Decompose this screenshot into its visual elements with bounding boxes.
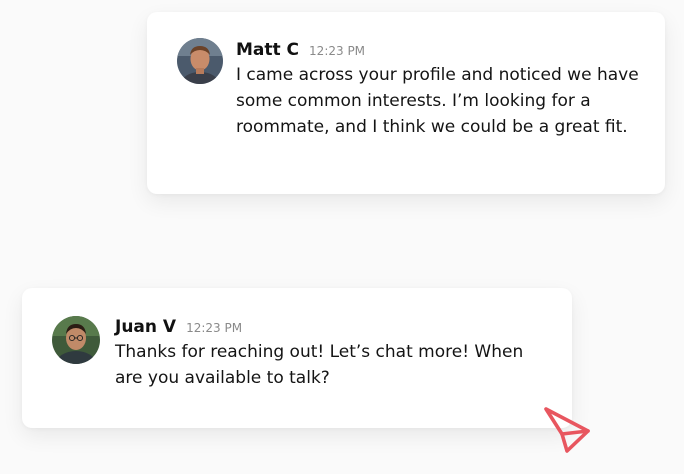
user-avatar-icon [177,38,223,84]
message-header: Juan V 12:23 PM [115,317,555,337]
message-timestamp: 12:23 PM [186,321,243,335]
message-header: Matt C 12:23 PM [236,40,646,60]
user-avatar-icon [52,316,100,364]
avatar-juan[interactable] [52,316,100,364]
avatar-matt[interactable] [177,38,223,84]
message-timestamp: 12:23 PM [309,44,366,58]
message-body-matt: Matt C 12:23 PM I came across your profi… [236,40,646,140]
message-card-juan: Juan V 12:23 PM Thanks for reaching out!… [22,288,572,428]
message-text: Thanks for reaching out! Let’s chat more… [115,342,524,388]
message-body-juan: Juan V 12:23 PM Thanks for reaching out!… [115,317,555,391]
send-button[interactable] [540,404,594,458]
message-card-matt: Matt C 12:23 PM I came across your profi… [147,12,665,194]
sender-name: Juan V [115,317,177,337]
message-text: I came across your profile and noticed w… [236,65,639,137]
send-icon [544,407,590,453]
sender-name: Matt C [236,40,300,60]
